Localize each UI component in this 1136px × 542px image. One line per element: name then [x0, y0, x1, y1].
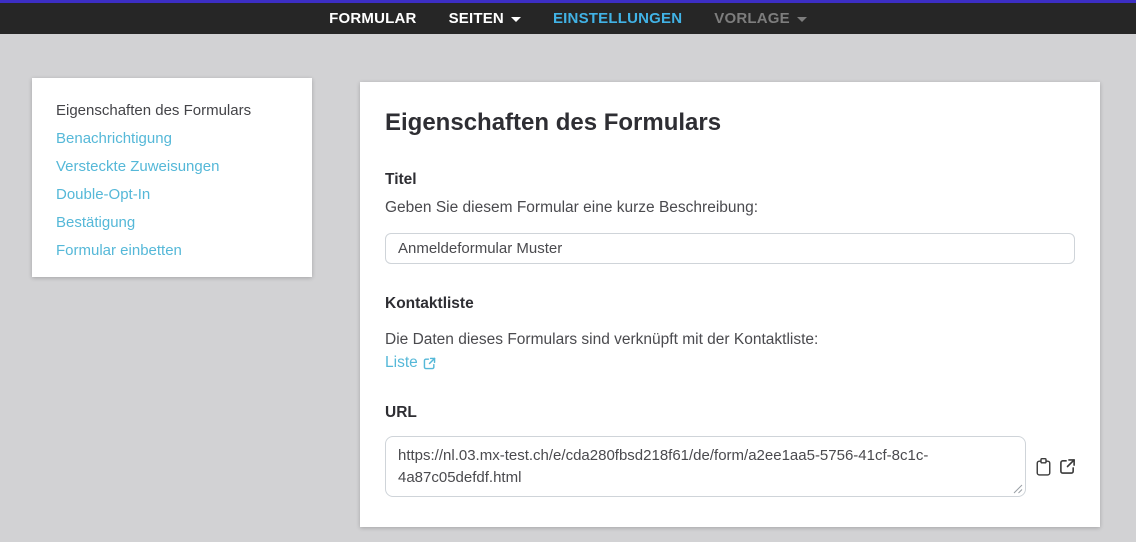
- sidebar-item-bestaetigung[interactable]: Bestätigung: [56, 209, 288, 237]
- form-properties-panel: Eigenschaften des Formulars Titel Geben …: [360, 82, 1100, 527]
- sidebar-item-double-opt-in[interactable]: Double-Opt-In: [56, 181, 288, 209]
- nav-item-vorlage-label: VORLAGE: [714, 10, 790, 27]
- nav-item-formular[interactable]: FORMULAR: [329, 10, 416, 27]
- sidebar-item-formular-einbetten[interactable]: Formular einbetten: [56, 237, 288, 265]
- caret-down-icon: [796, 17, 807, 22]
- top-navbar: FORMULAR SEITEN EINSTELLUNGEN VORLAGE: [0, 3, 1136, 34]
- external-link-icon: [1060, 459, 1075, 474]
- clipboard-icon: [1036, 457, 1051, 476]
- open-url-button[interactable]: [1059, 458, 1076, 475]
- sidebar-item-benachrichtigung[interactable]: Benachrichtigung: [56, 125, 288, 153]
- kontaktliste-label: Kontaktliste: [385, 295, 474, 312]
- liste-link-label: Liste: [385, 354, 418, 371]
- caret-down-icon: [510, 17, 521, 22]
- url-label: URL: [385, 404, 417, 421]
- nav-item-einstellungen[interactable]: EINSTELLUNGEN: [553, 10, 682, 27]
- titel-label: Titel: [385, 171, 417, 188]
- settings-sidebar: Eigenschaften des Formulars Benachrichti…: [32, 78, 312, 277]
- title-input[interactable]: [385, 233, 1075, 264]
- copy-url-button[interactable]: [1036, 457, 1051, 477]
- nav-item-formular-label: FORMULAR: [329, 10, 417, 27]
- nav-item-vorlage[interactable]: VORLAGE: [714, 10, 807, 27]
- nav-item-einstellungen-label: EINSTELLUNGEN: [552, 10, 683, 27]
- url-row: https://nl.03.mx-test.ch/e/cda280fbsd218…: [385, 436, 1075, 497]
- liste-link[interactable]: Liste: [385, 354, 436, 372]
- url-textarea[interactable]: https://nl.03.mx-test.ch/e/cda280fbsd218…: [385, 436, 1026, 497]
- nav-item-seiten[interactable]: SEITEN: [449, 10, 521, 27]
- kontaktliste-description: Die Daten dieses Formulars sind verknüpf…: [385, 331, 819, 348]
- external-link-icon: [423, 357, 436, 369]
- titel-description: Geben Sie diesem Formular eine kurze Bes…: [385, 199, 759, 216]
- url-actions: [1036, 457, 1076, 477]
- page-title: Eigenschaften des Formulars: [385, 109, 722, 136]
- nav-item-seiten-label: SEITEN: [448, 10, 504, 27]
- url-textarea-wrap: https://nl.03.mx-test.ch/e/cda280fbsd218…: [385, 436, 1026, 497]
- sidebar-item-versteckte-zuweisungen[interactable]: Versteckte Zuweisungen: [56, 153, 288, 181]
- sidebar-item-eigenschaften[interactable]: Eigenschaften des Formulars: [56, 97, 288, 125]
